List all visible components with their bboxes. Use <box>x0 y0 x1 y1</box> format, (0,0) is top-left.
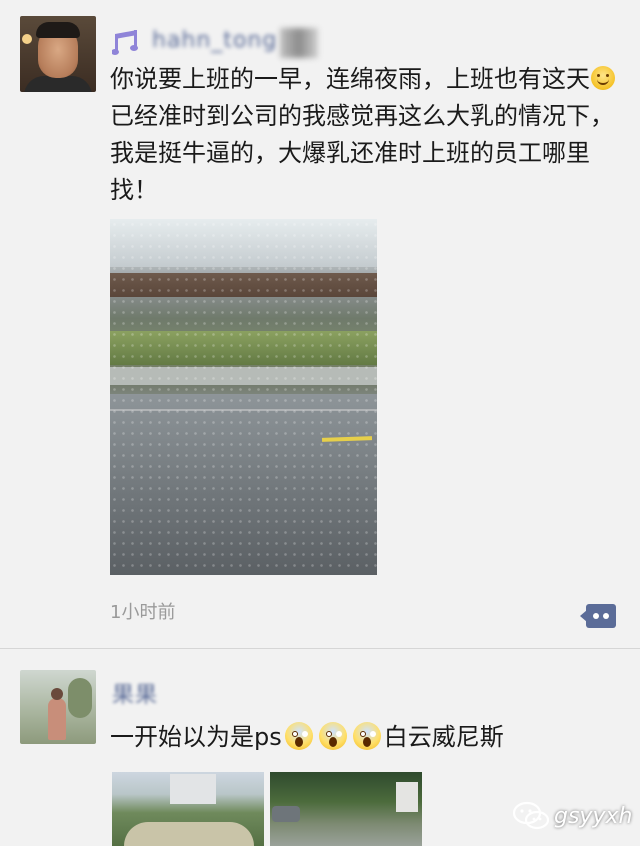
username[interactable]: 果果 <box>112 677 158 709</box>
comment-dots-icon[interactable] <box>580 602 618 630</box>
post-text-part-1: 一开始以为是ps <box>110 723 282 751</box>
post-timestamp: 1小时前 <box>110 602 176 623</box>
avatar[interactable] <box>20 16 96 92</box>
watermark-text: gsyyxh <box>554 803 633 829</box>
watermark: gsyyxh <box>512 796 632 836</box>
smile-emoji <box>591 66 615 90</box>
avatar[interactable] <box>20 670 96 744</box>
post-text-part-2: 已经准时到公司的我感觉再这么大乳的情况下，我是挺牛逼的，大爆乳还准时上班的员工哪… <box>110 102 614 204</box>
wechat-icon <box>512 801 550 830</box>
post-text: 你说要上班的一早，连绵夜雨，上班也有这天已经准时到公司的我感觉再这么大乳的情况下… <box>110 61 620 209</box>
avatar-tree <box>68 678 92 718</box>
thumbnail-building <box>396 782 418 812</box>
post-photo[interactable] <box>110 219 377 575</box>
avatar-hair <box>36 22 80 38</box>
post-text-part-1: 你说要上班的一早，连绵夜雨，上班也有这天 <box>110 65 590 93</box>
avatar-background-light <box>22 34 32 44</box>
scream-emoji <box>352 722 381 750</box>
username[interactable]: hahn_tong <box>116 28 277 53</box>
thumbnail-car <box>272 806 300 822</box>
post-photo-thumbnail[interactable] <box>112 772 264 846</box>
photo-raindrops <box>110 219 377 575</box>
thumbnail-building <box>170 774 216 804</box>
scream-emoji <box>318 722 347 750</box>
avatar-person <box>48 698 66 740</box>
username-redaction <box>280 28 318 58</box>
moment-post-1: hahn_tong 你说要上班的一早，连绵夜雨，上班也有这天已经准时到公司的我感… <box>0 0 640 648</box>
scream-emoji <box>284 722 313 750</box>
avatar-head <box>51 688 63 700</box>
post-photo-thumbnail[interactable] <box>270 772 422 846</box>
avatar-shirt <box>24 76 92 92</box>
thumbnail-plaza <box>124 822 254 846</box>
post-text-part-2: 白云威尼斯 <box>383 723 504 751</box>
post-text: 一开始以为是ps 白云威尼斯 <box>110 719 620 756</box>
post-divider <box>0 648 640 649</box>
